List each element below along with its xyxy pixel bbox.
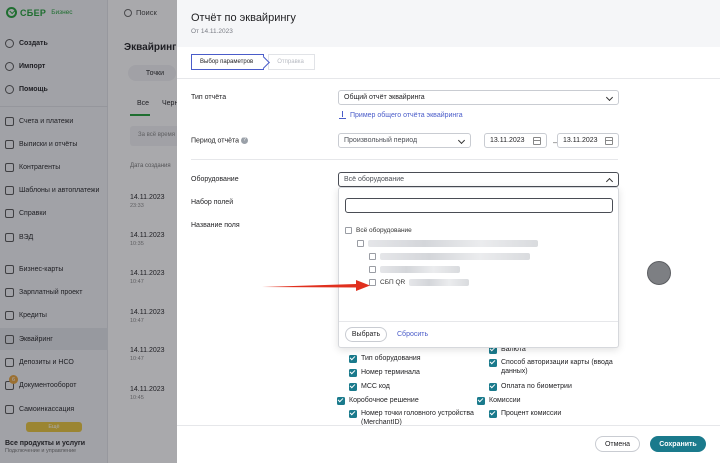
- checkbox-checked-icon[interactable]: [489, 358, 497, 367]
- checkbox-label: Номер терминала: [361, 369, 420, 376]
- period-value: Произвольный период: [344, 137, 418, 144]
- redacted-text: [368, 240, 538, 247]
- calendar-icon[interactable]: [533, 137, 541, 145]
- equipment-search-input[interactable]: [345, 198, 613, 213]
- period-select[interactable]: Произвольный период: [338, 133, 471, 148]
- equipment-label: Оборудование: [191, 176, 239, 183]
- equipment-value: Всё оборудование: [344, 176, 405, 183]
- equipment-select[interactable]: Всё оборудование: [338, 172, 619, 187]
- save-button[interactable]: Сохранить: [650, 436, 706, 452]
- annotation-arrow-icon: [262, 280, 370, 291]
- checkbox-terminal-number[interactable]: Номер терминала: [349, 368, 481, 377]
- redacted-text: [409, 279, 470, 286]
- option-equipment-item[interactable]: [369, 253, 530, 260]
- chevron-down-icon: [457, 136, 466, 145]
- checkbox-label: Комиссии: [489, 397, 521, 404]
- cursor-indicator: [647, 261, 671, 285]
- checkbox-commission-percent[interactable]: Процент комиссии: [489, 409, 621, 418]
- date-from-input[interactable]: 13.11.2023: [484, 133, 547, 148]
- equipment-option-list: Всё оборудование СБП QR: [339, 220, 618, 318]
- checkbox-commissions[interactable]: Комиссии: [477, 396, 609, 405]
- option-equipment-sbp[interactable]: СБП QR: [369, 279, 470, 286]
- chevron-down-icon: [605, 93, 614, 102]
- checkbox-all-equipment[interactable]: [345, 227, 352, 234]
- redacted-text: [380, 253, 530, 260]
- cancel-button[interactable]: Отмена: [595, 436, 640, 452]
- field-name-label: Название поля: [191, 222, 240, 229]
- checkbox-equipment-item[interactable]: [369, 253, 376, 260]
- checkbox-label: Тип оборудования: [361, 355, 421, 362]
- stepper: Выбор параметров Отправка: [191, 54, 315, 70]
- checkbox-box-solution[interactable]: Коробочное решение: [337, 396, 469, 405]
- section-divider: [191, 159, 618, 160]
- report-type-label: Тип отчёта: [191, 94, 227, 101]
- checkbox-equipment-item[interactable]: [369, 266, 376, 273]
- report-type-select[interactable]: Общий отчёт эквайринга: [338, 90, 619, 105]
- report-period-label-text: Период отчёта: [191, 137, 240, 145]
- option-equipment-group[interactable]: [357, 240, 538, 247]
- drawer-title: Отчёт по эквайрингу: [191, 12, 296, 24]
- checkbox-checked-icon[interactable]: [489, 382, 497, 391]
- date-from-value: 13.11.2023: [490, 137, 525, 144]
- checkbox-checked-icon[interactable]: [349, 409, 357, 418]
- checkbox-checked-icon[interactable]: [477, 396, 485, 405]
- report-type-value: Общий отчёт эквайринга: [344, 94, 425, 101]
- option-equipment-item[interactable]: [369, 266, 460, 273]
- option-label: СБП QR: [380, 279, 406, 286]
- checkbox-auth-method[interactable]: Способ авторизации карты (ввода данных): [489, 358, 621, 376]
- checkbox-equipment-type[interactable]: Тип оборудования: [349, 354, 481, 363]
- checkbox-biometric-payment[interactable]: Оплата по биометрии: [489, 382, 621, 391]
- date-to-value: 13.11.2023: [563, 137, 598, 144]
- checkbox-checked-icon[interactable]: [337, 396, 345, 405]
- example-report-link[interactable]: Пример общего отчёта эквайринга: [339, 111, 463, 119]
- acquiring-report-drawer: Отчёт по эквайрингу От 14.11.2023 Выбор …: [177, 0, 720, 463]
- checkbox-label: Оплата по биометрии: [501, 383, 572, 390]
- step-sending[interactable]: Отправка: [268, 54, 315, 70]
- checkbox-mcc-code[interactable]: MCC код: [349, 382, 481, 391]
- checkbox-checked-icon[interactable]: [349, 382, 357, 391]
- checkbox-checked-icon[interactable]: [489, 409, 497, 418]
- option-all-equipment[interactable]: Всё оборудование: [345, 227, 412, 234]
- equipment-dropdown: Всё оборудование СБП QR Выбрать Сбросить: [338, 187, 619, 348]
- step-parameters[interactable]: Выбор параметров: [191, 54, 265, 70]
- date-to-input[interactable]: 13.11.2023: [557, 133, 619, 148]
- checkbox-checked-icon[interactable]: [349, 368, 357, 377]
- report-period-label: Период отчёта?: [191, 137, 249, 145]
- drawer-header: Отчёт по эквайрингу От 14.11.2023: [177, 0, 720, 47]
- checkbox-checked-icon[interactable]: [349, 354, 357, 363]
- checkbox-equipment-group[interactable]: [357, 240, 364, 247]
- drawer-footer: Отмена Сохранить: [177, 425, 720, 463]
- download-icon: [339, 111, 346, 119]
- checkbox-label: Коробочное решение: [349, 397, 419, 404]
- help-icon[interactable]: ?: [241, 137, 249, 144]
- example-report-link-text: Пример общего отчёта эквайринга: [350, 111, 463, 119]
- option-label: Всё оборудование: [356, 227, 412, 234]
- calendar-icon[interactable]: [605, 137, 613, 145]
- redacted-text: [380, 266, 460, 273]
- fields-set-label: Набор полей: [191, 199, 234, 206]
- checkbox-label: Процент комиссии: [501, 410, 562, 417]
- checkbox-label: MCC код: [361, 383, 390, 390]
- select-button[interactable]: Выбрать: [345, 327, 387, 342]
- drawer-subtitle: От 14.11.2023: [191, 28, 233, 35]
- chevron-up-icon: [605, 177, 614, 186]
- stepper-divider: [177, 78, 720, 79]
- dropdown-footer-divider: [339, 321, 618, 322]
- reset-link[interactable]: Сбросить: [397, 331, 428, 338]
- checkbox-label: Способ авторизации карты (ввода данных): [501, 359, 613, 375]
